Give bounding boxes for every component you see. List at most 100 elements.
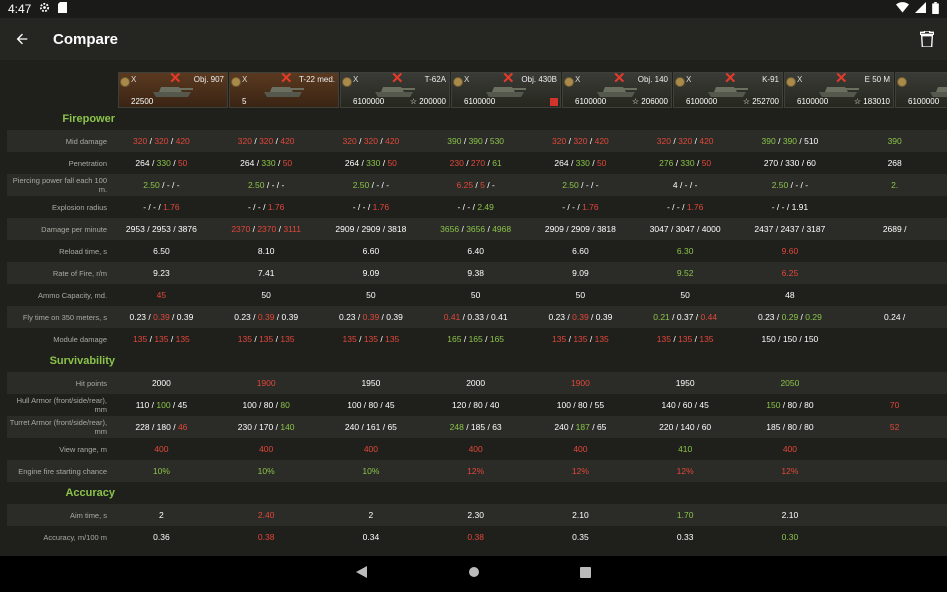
row-label: Fly time on 350 meters, s xyxy=(22,312,108,322)
row-label: Turret Armor (front/side/rear), mm xyxy=(9,418,108,436)
stat-cell: 264 / 330 / 50 xyxy=(344,158,397,168)
tank-silhouette-icon xyxy=(708,87,748,97)
stat-cell: 8.10 xyxy=(257,246,275,256)
stat-cell: 0.23 / 0.29 / 0.29 xyxy=(757,312,822,322)
row-label: Module damage xyxy=(53,334,108,344)
stat-cell: 100 / 80 / 55 xyxy=(556,400,605,410)
mastery-badge-icon xyxy=(564,77,574,87)
stat-cell: 270 / 330 / 60 xyxy=(763,158,816,168)
tank-price: 6100000 xyxy=(575,97,607,106)
clock: 4:47 xyxy=(8,2,32,16)
stat-cell: 390 / 390 / 510 xyxy=(761,136,819,146)
stat-cell: 240 / 161 / 65 xyxy=(344,422,397,432)
tank-card[interactable]: X K-91 ✕ 6100000 ☆ 252700 xyxy=(673,72,783,108)
tank-tier: X xyxy=(686,75,692,84)
tank-tier: X xyxy=(464,75,470,84)
nav-home-button[interactable] xyxy=(468,565,480,583)
tank-card[interactable]: X T-22 med. ✕ 5 xyxy=(229,72,339,108)
mastery-badge-icon xyxy=(342,77,352,87)
tank-card[interactable]: X Obj. 140 ✕ 6100000 ☆ 206000 xyxy=(562,72,672,108)
stat-cell: 45 xyxy=(156,290,167,300)
tank-name: T-62A xyxy=(424,75,446,84)
tank-card[interactable]: X Obj. 907 ✕ 22500 xyxy=(118,72,228,108)
stat-cell: 2.50 / - / - xyxy=(352,180,390,190)
stat-cell: 1900 xyxy=(256,378,276,388)
row-label: Engine fire starting chance xyxy=(18,466,108,476)
trash-icon xyxy=(920,31,934,47)
status-bar: 4:47 xyxy=(0,0,947,18)
stat-cell: 140 / 60 / 45 xyxy=(661,400,709,410)
stat-cell: 9.52 xyxy=(676,268,694,278)
tank-card[interactable]: X T-62A ✕ 6100000 ☆ 200000 xyxy=(340,72,450,108)
tank-silhouette-icon xyxy=(375,87,415,97)
stat-cell: 2000 xyxy=(466,378,486,388)
tank-price: 22500 xyxy=(131,97,154,106)
stat-cell: 0.38 xyxy=(257,532,275,542)
stat-cell: 150 / 80 / 80 xyxy=(766,400,814,410)
nav-recents-button[interactable] xyxy=(580,565,591,583)
stat-cell: 6.25 / 5 / - xyxy=(456,180,495,190)
stat-cell: 2.50 / - / - xyxy=(247,180,285,190)
row-label: Reload time, s xyxy=(59,246,108,256)
stat-cell: 2 xyxy=(159,510,164,520)
stat-cell: 6.25 xyxy=(781,268,799,278)
tank-card[interactable]: X Obj. 430B ✕ 6100000 xyxy=(451,72,561,108)
tank-xp: ☆ 183010 xyxy=(853,97,890,106)
stat-cell: 50 xyxy=(366,290,376,300)
tank-xp: ☆ 252700 xyxy=(742,97,779,106)
stat-cell: 400 xyxy=(363,444,378,454)
stat-cell: 248 / 185 / 63 xyxy=(449,422,502,432)
stat-cell: 0.33 xyxy=(676,532,694,542)
stat-cell: 390 / 390 / 530 xyxy=(447,136,505,146)
stat-cell: 6.30 xyxy=(676,246,694,256)
stat-cell: 1950 xyxy=(361,378,381,388)
row-label: Hull Armor (front/side/rear), mm xyxy=(16,396,108,414)
tank-silhouette-icon xyxy=(153,87,193,97)
section-header: Survivability xyxy=(7,350,947,372)
tank-price: 5 xyxy=(242,97,247,106)
stat-cell: 6.40 xyxy=(467,246,484,256)
stat-cell: 110 / 100 / 45 xyxy=(135,400,188,410)
table-row: Damage per minute 2953 / 2953 / 3876 2370 … xyxy=(7,218,947,240)
stat-cell: 9.60 xyxy=(781,246,799,256)
stat-cell: 100 / 80 / 80 xyxy=(242,400,290,410)
table-row: Rate of Fire, r/m 9.23 7.41 9.09 9.38 9.09 9.5… xyxy=(7,262,947,284)
table-row: Hit points 2000 1900 1950 2000 1900 1950 2050 xyxy=(7,372,947,394)
back-button[interactable] xyxy=(2,18,42,60)
stat-cell: 2.50 / - / - xyxy=(562,180,599,190)
delete-button[interactable] xyxy=(907,18,947,60)
tank-card[interactable]: ✕6100000 xyxy=(895,72,947,108)
stat-cell: 9.09 xyxy=(362,268,380,278)
mastery-badge-icon xyxy=(120,77,130,87)
stat-cell: 1.70 xyxy=(676,510,694,520)
stat-cell: 0.23 / 0.39 / 0.39 xyxy=(129,312,194,322)
table-row: Accuracy, m/100 m 0.36 0.38 0.34 0.38 0.35 0.3… xyxy=(7,526,947,548)
stat-cell: 185 / 80 / 80 xyxy=(766,422,814,432)
tank-price: 6100000 xyxy=(686,97,718,106)
section-title: Firepower xyxy=(62,113,115,125)
tank-card[interactable]: XE 50 M ✕ 6100000 ☆ 183010 xyxy=(784,72,894,108)
stat-cell: 2.40 xyxy=(257,510,275,520)
stat-cell: 48 xyxy=(785,290,795,300)
stat-cell: 6.60 xyxy=(362,246,380,256)
stat-cell: 50 xyxy=(680,290,690,300)
stat-cell: 2. xyxy=(891,180,899,190)
triangle-back-icon xyxy=(356,566,367,578)
stat-cell: 230 / 270 / 61 xyxy=(449,158,502,168)
nav-back-button[interactable] xyxy=(356,565,368,583)
square-recents-icon xyxy=(580,567,591,578)
tank-name: E 50 M xyxy=(864,75,890,84)
tank-tier: X xyxy=(575,75,581,84)
table-row: Reload time, s 6.50 8.10 6.60 6.40 6.60 6.30 9.… xyxy=(7,240,947,262)
tank-name: K-91 xyxy=(762,75,779,84)
stat-cell: - / - / 1.76 xyxy=(247,202,285,212)
section-header: Firepower xyxy=(7,108,947,130)
stat-cell: 2.50 / - / - xyxy=(143,180,180,190)
app-bar: Compare xyxy=(0,18,947,60)
stat-cell: 100 / 80 / 45 xyxy=(347,400,395,410)
table-row: Penetration 264 / 330 / 50 264 / 330 / 50 2… xyxy=(7,152,947,174)
stat-cell: 2.30 xyxy=(467,510,484,520)
stat-cell: - / - / 2.49 xyxy=(457,202,494,212)
stat-cell: 400 xyxy=(782,444,797,454)
stat-cell: 0.23 / 0.39 / 0.39 xyxy=(548,312,613,322)
